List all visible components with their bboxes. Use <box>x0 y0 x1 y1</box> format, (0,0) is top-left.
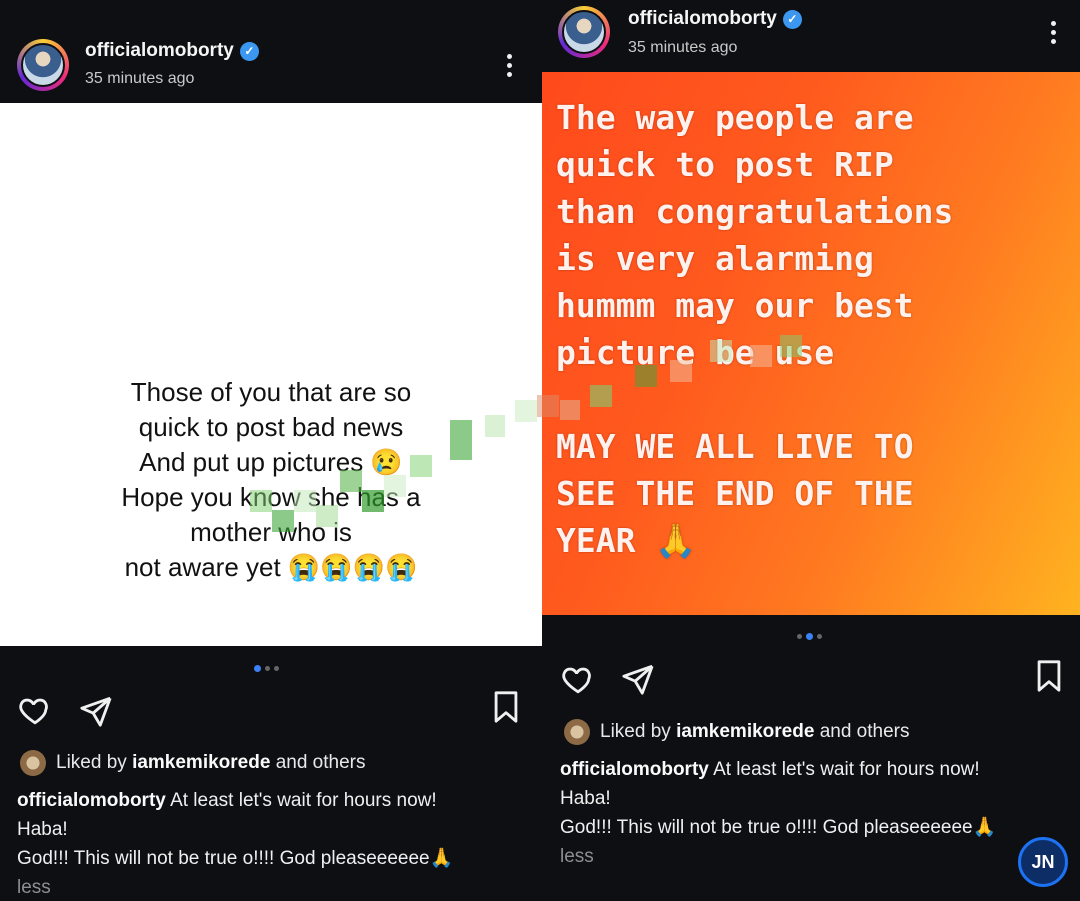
share-icon[interactable] <box>78 694 114 728</box>
left-caption: officialomoborty At least let's wait for… <box>17 786 537 901</box>
bookmark-icon[interactable] <box>1034 659 1064 693</box>
less-link[interactable]: less <box>17 873 537 901</box>
liker-avatar[interactable] <box>564 719 590 745</box>
caption-line: God!!! This will not be true o!!!! God p… <box>17 848 454 869</box>
caption-username[interactable]: officialomoborty <box>560 759 709 780</box>
liked-by-user[interactable]: iamkemikorede <box>676 721 814 742</box>
right-caption: officialomoborty At least let's wait for… <box>560 755 1075 871</box>
liked-by-prefix: Liked by <box>56 752 127 773</box>
liked-by-line: Liked by iamkemikorede and others <box>20 750 366 776</box>
left-username[interactable]: officialomoborty ✓ <box>85 40 259 62</box>
caption-text: At least let's wait for hours now! <box>170 790 437 811</box>
heart-icon[interactable] <box>560 662 596 696</box>
bookmark-icon[interactable] <box>491 690 521 724</box>
carousel-indicator <box>797 633 822 640</box>
caption-username[interactable]: officialomoborty <box>17 790 166 811</box>
carousel-indicator <box>254 665 279 672</box>
left-profile-avatar[interactable] <box>17 39 69 91</box>
liker-avatar[interactable] <box>20 750 46 776</box>
right-username[interactable]: officialomoborty ✓ <box>628 8 802 30</box>
right-profile-avatar[interactable] <box>558 6 610 58</box>
liked-by-prefix: Liked by <box>600 721 671 742</box>
heart-icon[interactable] <box>17 693 53 727</box>
jn-watermark-logo: JN <box>1018 837 1068 887</box>
pixelated-watermark <box>250 335 802 532</box>
caption-line: God!!! This will not be true o!!!! God p… <box>560 817 997 838</box>
caption-line: Haba! <box>17 819 68 840</box>
less-link[interactable]: less <box>560 842 1075 871</box>
verified-badge-icon: ✓ <box>239 41 259 61</box>
liked-by-suffix[interactable]: and others <box>276 752 366 773</box>
verified-badge-icon: ✓ <box>782 9 802 29</box>
share-icon[interactable] <box>620 662 656 696</box>
left-username-text[interactable]: officialomoborty <box>85 40 234 62</box>
more-options-icon[interactable] <box>506 54 512 77</box>
liked-by-line: Liked by iamkemikorede and others <box>564 719 910 745</box>
caption-line: Haba! <box>560 788 611 809</box>
right-post-time: 35 minutes ago <box>628 39 738 56</box>
right-username-text[interactable]: officialomoborty <box>628 8 777 30</box>
liked-by-user[interactable]: iamkemikorede <box>132 752 270 773</box>
left-post-time: 35 minutes ago <box>85 70 195 87</box>
liked-by-suffix[interactable]: and others <box>820 721 910 742</box>
more-options-icon[interactable] <box>1050 21 1056 44</box>
caption-text: At least let's wait for hours now! <box>713 759 980 780</box>
